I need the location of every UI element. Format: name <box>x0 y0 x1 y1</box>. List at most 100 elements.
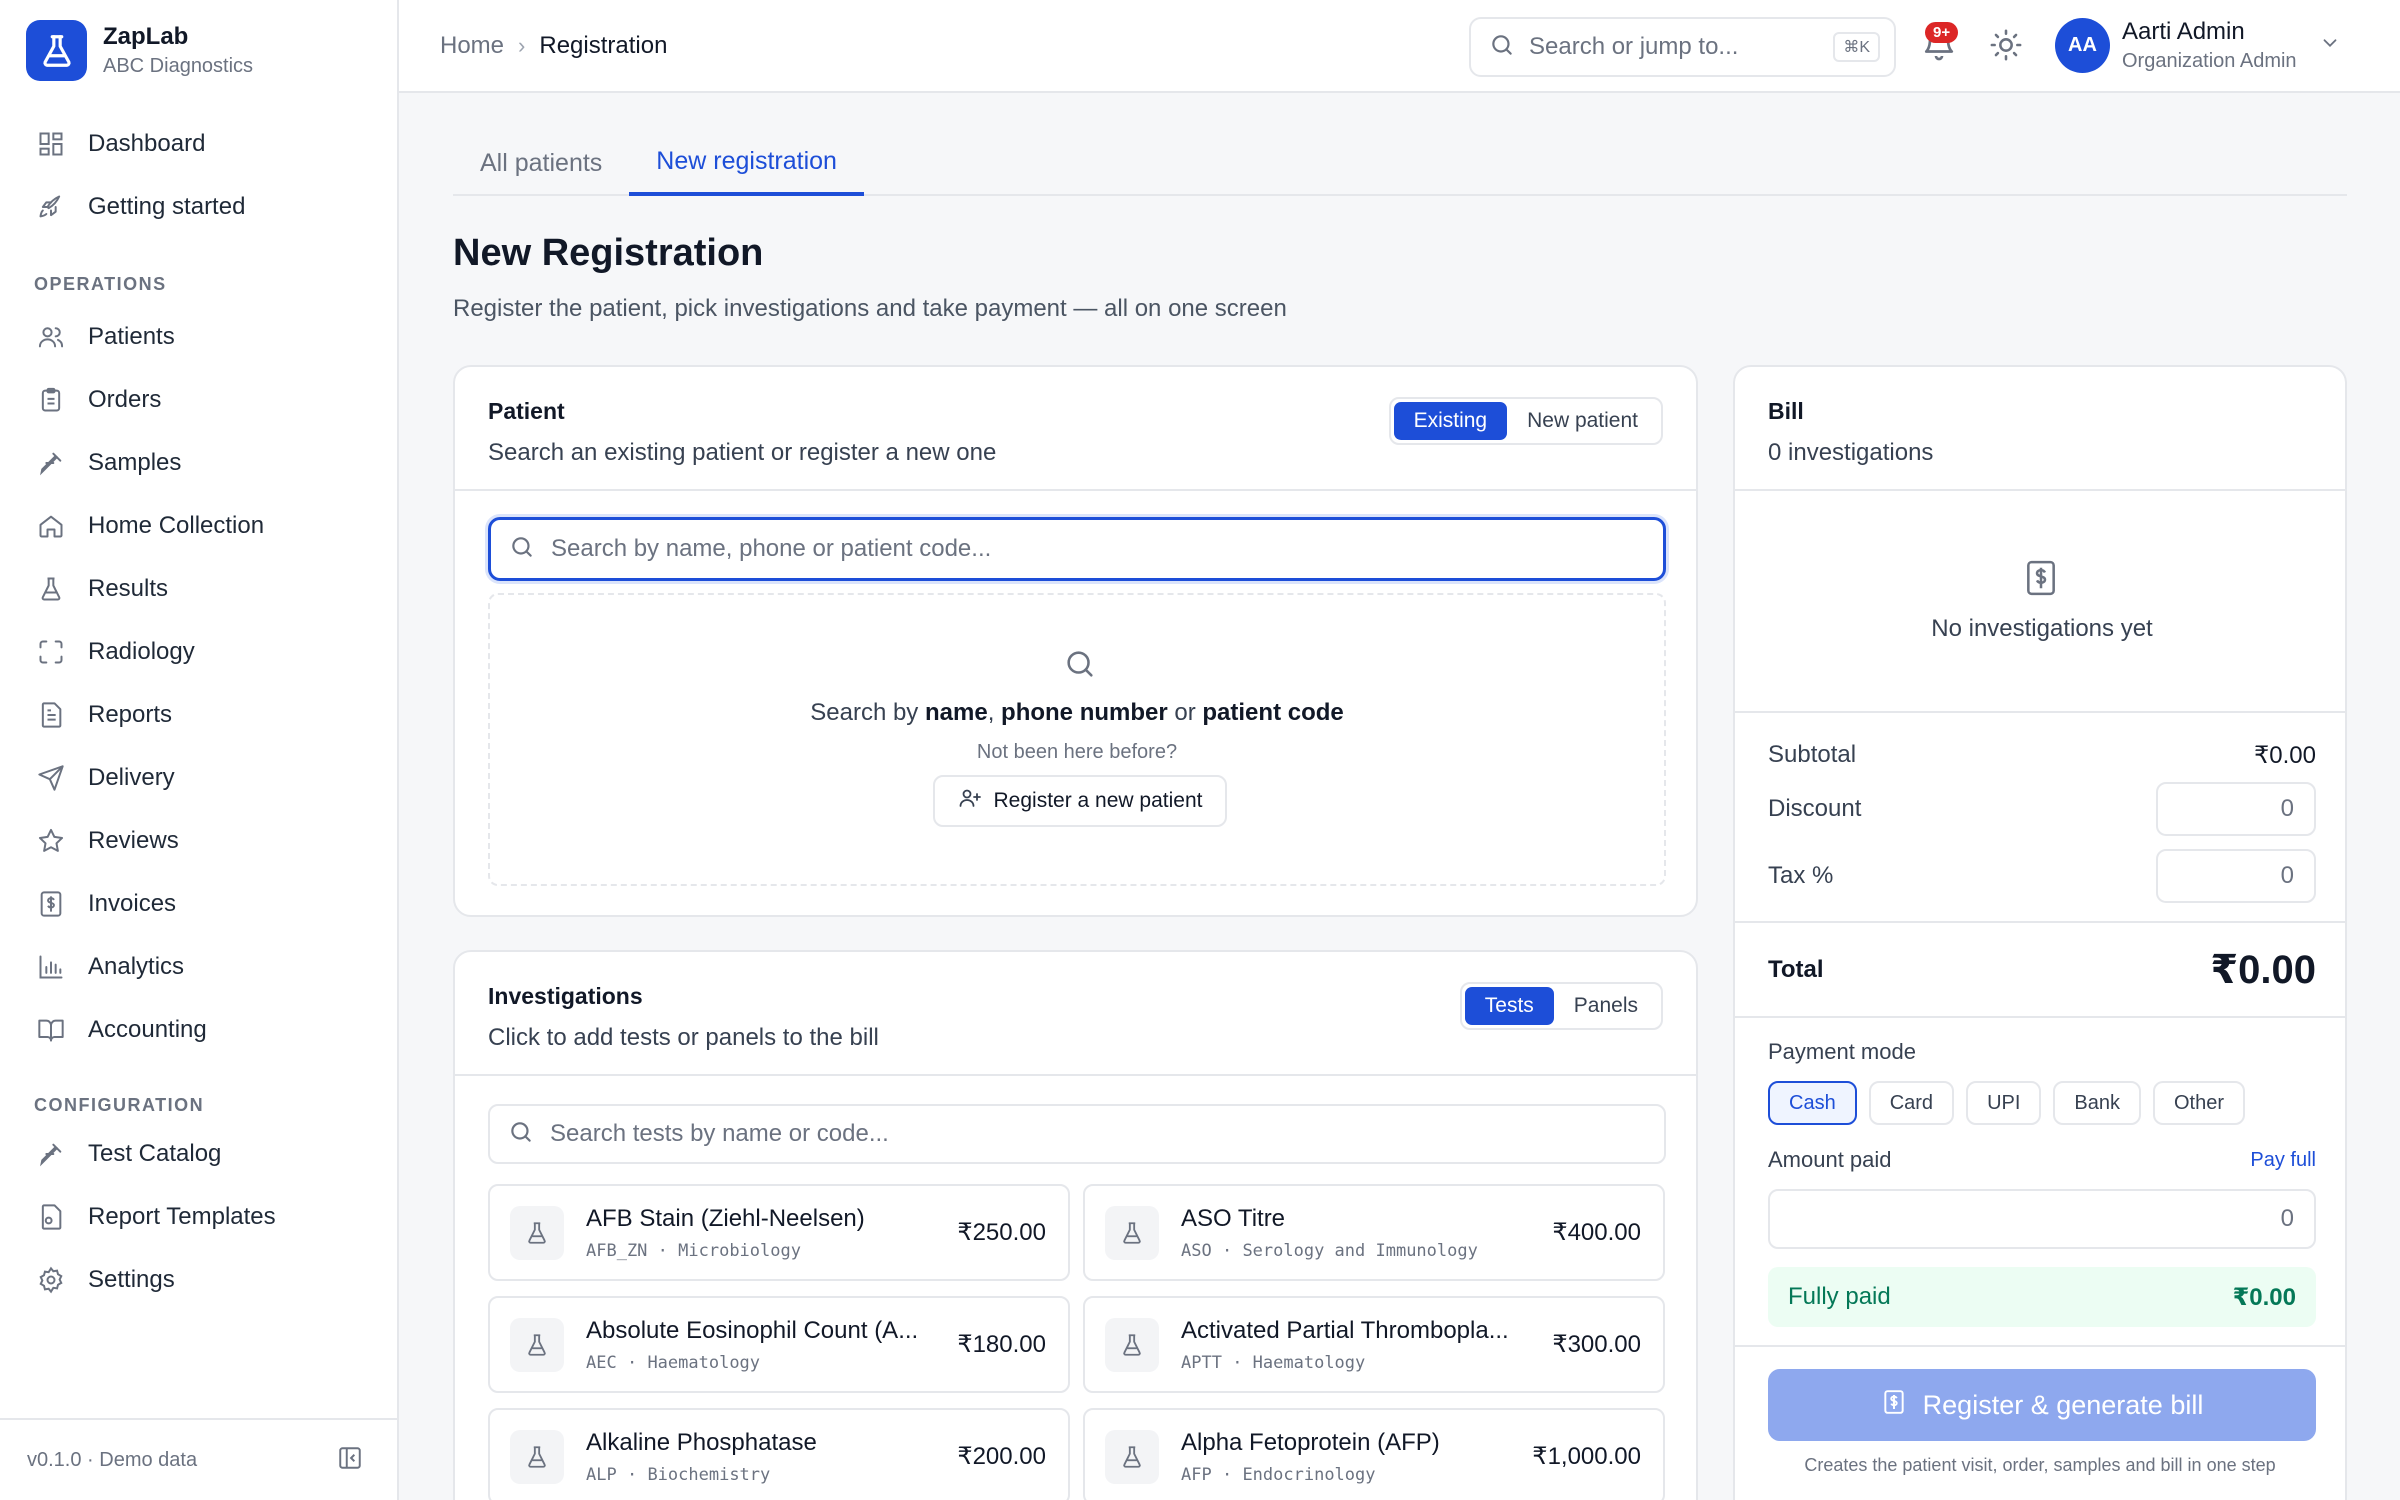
sidebar-item-invoices[interactable]: Invoices <box>0 872 399 935</box>
sidebar-item-samples[interactable]: Samples <box>0 431 399 494</box>
payment-mode-group: Cash Card UPI Bank Other <box>1768 1081 2257 1125</box>
test-item[interactable]: Activated Partial Thrombopla... APTT · Ha… <box>1083 1296 1665 1393</box>
sidebar-item-reviews[interactable]: Reviews <box>0 809 399 872</box>
receipt-icon <box>36 889 66 919</box>
collapse-sidebar-icon[interactable] <box>337 1445 363 1476</box>
sidebar-item-label: Analytics <box>88 952 185 980</box>
sidebar-item-label: Samples <box>88 448 182 476</box>
patient-search-input[interactable]: Search by name, phone or patient code... <box>488 517 1666 581</box>
amount-paid-label: Amount paid <box>1768 1147 1892 1172</box>
test-item[interactable]: AFB Stain (Ziehl-Neelsen) AFB_ZN · Microb… <box>488 1184 1070 1281</box>
tests-toggle-button[interactable]: Tests <box>1464 987 1554 1025</box>
global-search-input[interactable]: Search or jump to... ⌘K <box>1469 17 1896 77</box>
investigation-type-toggle: Tests Panels <box>1459 982 1663 1030</box>
payment-mode-card[interactable]: Card <box>1868 1081 1955 1125</box>
payment-mode-cash[interactable]: Cash <box>1768 1081 1857 1125</box>
discount-input[interactable]: 0 <box>2156 782 2316 836</box>
sidebar-item-orders[interactable]: Orders <box>0 368 399 431</box>
existing-patient-button[interactable]: Existing <box>1393 402 1508 440</box>
panels-toggle-button[interactable]: Panels <box>1554 987 1658 1025</box>
sidebar-nav: Dashboard Getting started OPERATIONS Pat… <box>0 112 399 1311</box>
brand[interactable]: ZapLab ABC Diagnostics <box>26 20 253 81</box>
search-icon <box>1489 32 1515 63</box>
test-meta: ASO · Serology and Immunology <box>1181 1240 1478 1261</box>
test-name: Activated Partial Thrombopla... <box>1181 1316 1509 1344</box>
flask-icon <box>510 1317 564 1372</box>
sidebar-item-test-catalog[interactable]: Test Catalog <box>0 1122 399 1185</box>
star-icon <box>36 826 66 856</box>
test-search-input[interactable]: Search tests by name or code... <box>488 1104 1666 1164</box>
pay-full-link[interactable]: Pay full <box>2250 1149 2316 1172</box>
flask-icon <box>510 1205 564 1260</box>
payment-status-amount: ₹0.00 <box>2232 1283 2296 1311</box>
discount-label: Discount <box>1768 795 1862 822</box>
flask-icon <box>36 574 66 604</box>
sidebar-item-reports[interactable]: Reports <box>0 683 399 746</box>
receipt-icon <box>2022 559 2060 602</box>
sidebar-item-label: Delivery <box>88 763 175 791</box>
test-item[interactable]: Alkaline Phosphatase ALP · Biochemistry ₹… <box>488 1408 1070 1500</box>
sidebar-item-home-collection[interactable]: Home Collection <box>0 494 399 557</box>
register-new-patient-button[interactable]: Register a new patient <box>933 775 1227 827</box>
brand-name: ZapLab <box>103 23 189 50</box>
tab-all-patients[interactable]: All patients <box>453 130 629 196</box>
breadcrumb-home[interactable]: Home <box>440 32 504 60</box>
users-icon <box>36 322 66 352</box>
bill-card-header: Bill 0 investigations <box>1735 367 2345 491</box>
sidebar-item-label: Dashboard <box>88 129 206 157</box>
total-value: ₹0.00 <box>2210 948 2316 992</box>
test-name: ASO Titre <box>1181 1204 1286 1232</box>
test-meta: AEC · Haematology <box>586 1352 761 1373</box>
sidebar-item-settings[interactable]: Settings <box>0 1248 399 1311</box>
sun-icon[interactable] <box>1989 28 2025 64</box>
test-price: ₹180.00 <box>957 1331 1046 1358</box>
receipt-icon <box>1881 1389 1923 1422</box>
page-tabs: All patients New registration <box>453 130 2347 196</box>
sidebar-item-delivery[interactable]: Delivery <box>0 746 399 809</box>
tax-input[interactable]: 0 <box>2156 849 2316 903</box>
empty-state-hint: Not been here before? <box>976 741 1178 763</box>
sidebar-item-label: Accounting <box>88 1015 207 1043</box>
sidebar-item-patients[interactable]: Patients <box>0 305 399 368</box>
sidebar-item-label: Invoices <box>88 889 177 917</box>
sidebar-item-label: Results <box>88 574 169 602</box>
scan-icon <box>36 637 66 667</box>
investigations-card: Investigations Click to add tests or pan… <box>453 950 1698 1500</box>
nav-section-configuration: CONFIGURATION <box>34 1095 205 1115</box>
sidebar-item-analytics[interactable]: Analytics <box>0 935 399 998</box>
divider <box>1735 1016 2345 1018</box>
payment-mode-upi[interactable]: UPI <box>1966 1081 2042 1125</box>
payment-mode-other[interactable]: Other <box>2153 1081 2246 1125</box>
sidebar-item-getting-started[interactable]: Getting started <box>0 175 399 238</box>
test-search-placeholder: Search tests by name or code... <box>550 1120 889 1147</box>
sidebar-item-dashboard[interactable]: Dashboard <box>0 112 399 175</box>
flask-icon <box>510 1429 564 1484</box>
version-label: v0.1.0 · Demo data <box>27 1448 198 1471</box>
rocket-icon <box>36 192 66 222</box>
test-price: ₹400.00 <box>1552 1219 1641 1246</box>
flask-icon <box>1105 1205 1159 1260</box>
home-icon <box>36 511 66 541</box>
test-meta: AFP · Endocrinology <box>1181 1464 1376 1485</box>
send-icon <box>36 763 66 793</box>
notification-badge: 9+ <box>1925 22 1959 43</box>
clipboard-icon <box>36 385 66 415</box>
test-item[interactable]: Alpha Fetoprotein (AFP) AFP · Endocrinolo… <box>1083 1408 1665 1500</box>
sidebar-item-radiology[interactable]: Radiology <box>0 620 399 683</box>
tab-new-registration[interactable]: New registration <box>629 130 864 196</box>
search-icon <box>508 1119 534 1150</box>
test-item[interactable]: Absolute Eosinophil Count (A... AEC · Hae… <box>488 1296 1070 1393</box>
book-icon <box>36 1015 66 1045</box>
file-settings-icon <box>36 1202 66 1232</box>
sidebar-item-accounting[interactable]: Accounting <box>0 998 399 1061</box>
sidebar-item-report-templates[interactable]: Report Templates <box>0 1185 399 1248</box>
amount-paid-input[interactable]: 0 <box>1768 1189 2316 1249</box>
flask-icon <box>1105 1317 1159 1372</box>
new-patient-button[interactable]: New patient <box>1507 402 1658 440</box>
test-item[interactable]: ASO Titre ASO · Serology and Immunology ₹… <box>1083 1184 1665 1281</box>
sidebar-item-label: Reports <box>88 700 173 728</box>
user-menu[interactable]: AA Aarti Admin Organization Admin <box>2055 18 2341 73</box>
payment-mode-bank[interactable]: Bank <box>2053 1081 2141 1125</box>
register-generate-bill-button[interactable]: Register & generate bill <box>1768 1369 2316 1441</box>
sidebar-item-results[interactable]: Results <box>0 557 399 620</box>
